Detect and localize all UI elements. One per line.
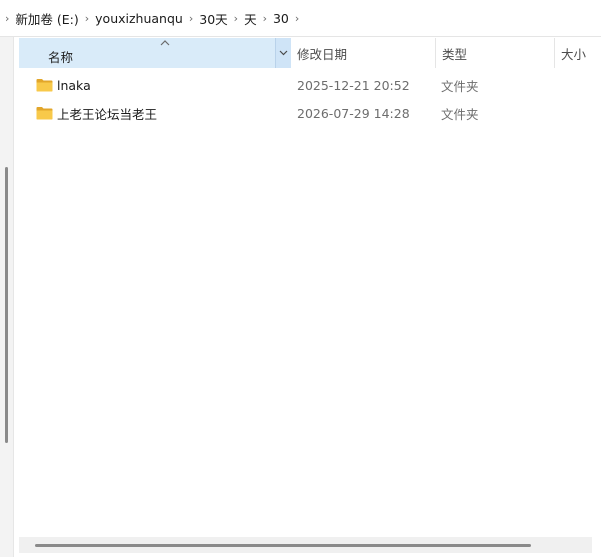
column-header-date-label: 修改日期	[297, 46, 348, 62]
breadcrumb-item-30[interactable]: 30	[272, 11, 290, 26]
file-name-cell: 上老王论坛当老王	[36, 99, 157, 127]
chevron-down-icon	[279, 50, 288, 56]
file-rows: lnaka 2025-12-21 20:52 文件夹 上老王论坛当老王 2026…	[19, 71, 601, 127]
breadcrumb-item-youxizhuanqu[interactable]: youxizhuanqu	[94, 11, 184, 26]
breadcrumb-item-30days[interactable]: 30天	[198, 9, 228, 28]
folder-icon	[36, 79, 53, 92]
sort-ascending-icon	[160, 40, 170, 46]
column-header-row: 名称 修改日期 类型 大小	[19, 38, 601, 68]
file-date-modified: 2025-12-21 20:52	[297, 77, 410, 93]
file-name-cell: lnaka	[36, 71, 91, 99]
breadcrumb-separator-icon[interactable]: ›	[80, 13, 94, 24]
folder-icon	[36, 107, 53, 120]
column-header-name-label: 名称	[48, 50, 74, 65]
breadcrumb-chevron-icon[interactable]: ›	[0, 13, 14, 24]
file-type: 文件夹	[441, 106, 479, 122]
breadcrumb-separator-icon[interactable]: ›	[258, 13, 272, 24]
breadcrumb-item-drive[interactable]: 新加卷 (E:)	[14, 9, 79, 28]
breadcrumb-separator-icon[interactable]: ›	[290, 13, 304, 24]
column-filter-dropdown[interactable]	[275, 38, 291, 68]
horizontal-scrollbar-thumb[interactable]	[35, 544, 531, 547]
column-header-type-label: 类型	[442, 46, 468, 62]
list-item[interactable]: 上老王论坛当老王 2026-07-29 14:28 文件夹	[19, 99, 601, 127]
breadcrumb-item-day[interactable]: 天	[243, 9, 258, 28]
right-edge	[594, 37, 601, 557]
column-header-date-modified[interactable]: 修改日期	[291, 38, 435, 68]
column-header-type[interactable]: 类型	[435, 38, 554, 68]
breadcrumb: › 新加卷 (E:) › youxizhuanqu › 30天 › 天 › 30…	[0, 0, 601, 37]
file-name: lnaka	[57, 77, 91, 93]
horizontal-scrollbar[interactable]	[19, 537, 592, 553]
breadcrumb-separator-icon[interactable]: ›	[184, 13, 198, 24]
file-date-modified: 2026-07-29 14:28	[297, 105, 410, 121]
navigation-pane-scrollbar[interactable]	[5, 167, 8, 443]
file-type: 文件夹	[441, 78, 479, 94]
file-name: 上老王论坛当老王	[57, 106, 158, 122]
column-header-name[interactable]: 名称	[19, 38, 291, 68]
list-item[interactable]: lnaka 2025-12-21 20:52 文件夹	[19, 71, 601, 99]
breadcrumb-separator-icon[interactable]: ›	[229, 13, 243, 24]
column-header-size-label: 大小	[561, 46, 587, 62]
navigation-pane	[0, 37, 14, 557]
file-list: 名称 修改日期 类型 大小 lnaka 2025-12-21 20:52 文件夹…	[19, 37, 601, 557]
file-explorer-window: › 新加卷 (E:) › youxizhuanqu › 30天 › 天 › 30…	[0, 0, 601, 557]
